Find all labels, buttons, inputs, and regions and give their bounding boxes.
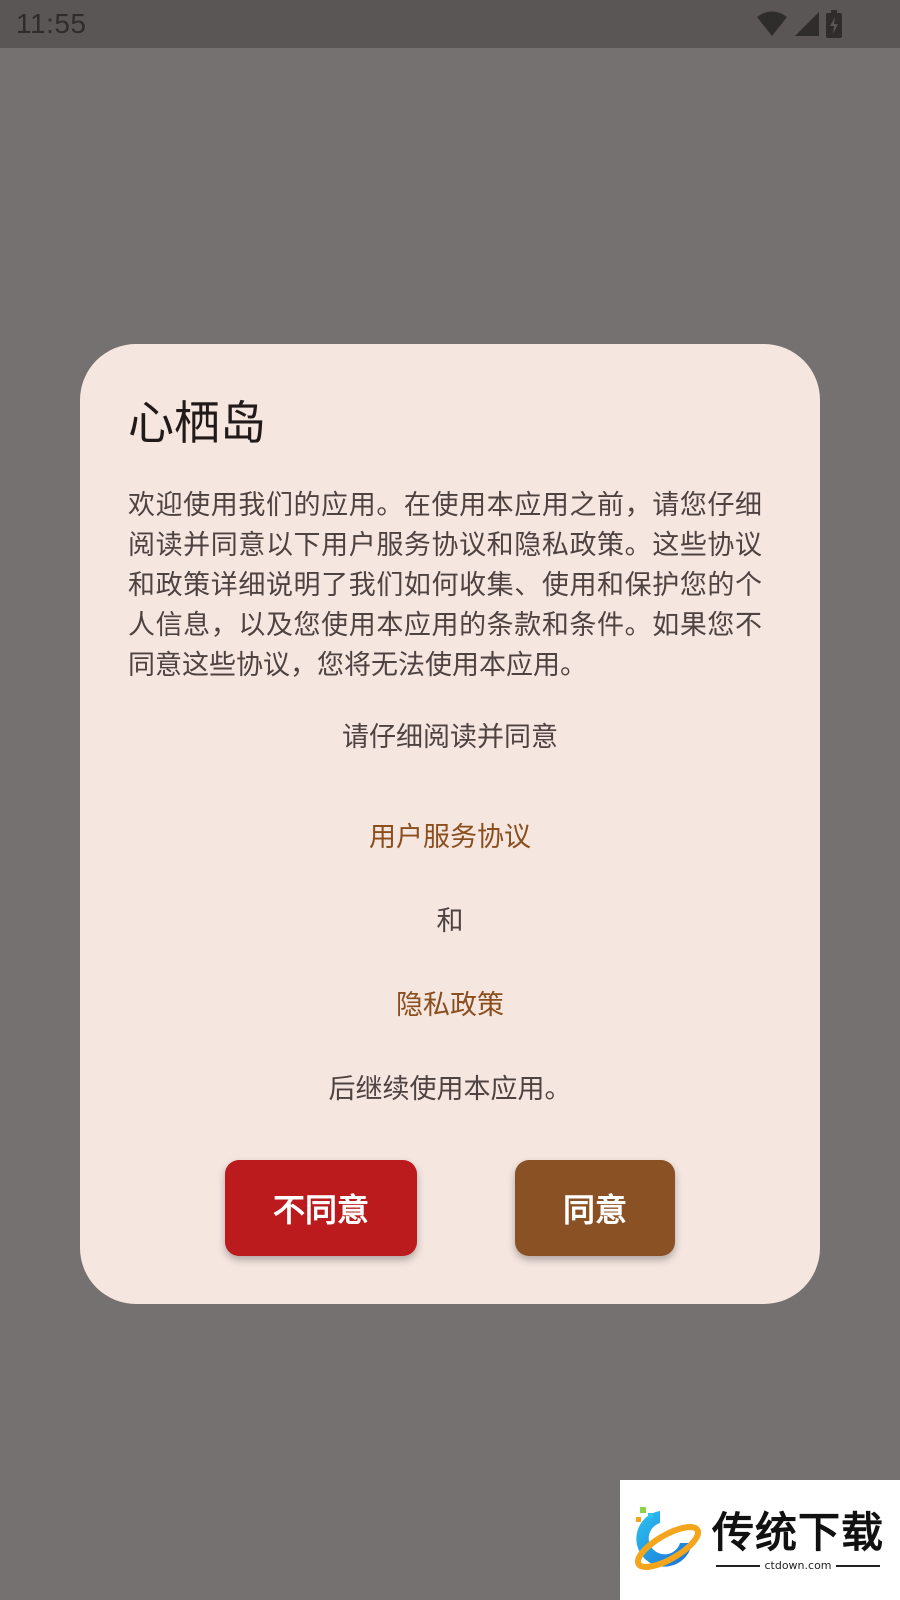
status-bar: 11:55 [0, 0, 900, 48]
status-icons [756, 10, 842, 38]
watermark: 传统下载 ctdown.com [620, 1480, 900, 1600]
continue-text: 后继续使用本应用。 [328, 1074, 572, 1105]
agree-button[interactable]: 同意 [515, 1160, 675, 1256]
battery-charging-icon [826, 10, 842, 38]
status-time: 11:55 [16, 8, 87, 39]
disagree-button[interactable]: 不同意 [225, 1160, 417, 1256]
wifi-icon [756, 11, 788, 37]
signal-icon [794, 11, 820, 37]
dialog-title: 心栖岛 [128, 396, 266, 450]
privacy-policy-link[interactable]: 隐私政策 [80, 986, 820, 1026]
dialog-body-text: 欢迎使用我们的应用。在使用本应用之前，请您仔细阅读并同意以下用户服务协议和隐私政… [128, 490, 762, 681]
terms-of-service-link[interactable]: 用户服务协议 [80, 818, 820, 858]
consent-dialog: 心栖岛 欢迎使用我们的应用。在使用本应用之前，请您仔细阅读并同意以下用户服务协议… [80, 344, 820, 1304]
watermark-subtitle-row: ctdown.com [716, 1559, 880, 1573]
please-read-text: 请仔细阅读并同意 [342, 722, 558, 753]
and-text: 和 [436, 906, 464, 937]
watermark-title: 传统下载 [712, 1508, 885, 1557]
divider [835, 1565, 880, 1567]
divider [716, 1565, 761, 1567]
watermark-logo-icon [630, 1503, 704, 1577]
watermark-text: 传统下载 ctdown.com [712, 1507, 884, 1573]
watermark-subtitle: ctdown.com [764, 1559, 832, 1572]
